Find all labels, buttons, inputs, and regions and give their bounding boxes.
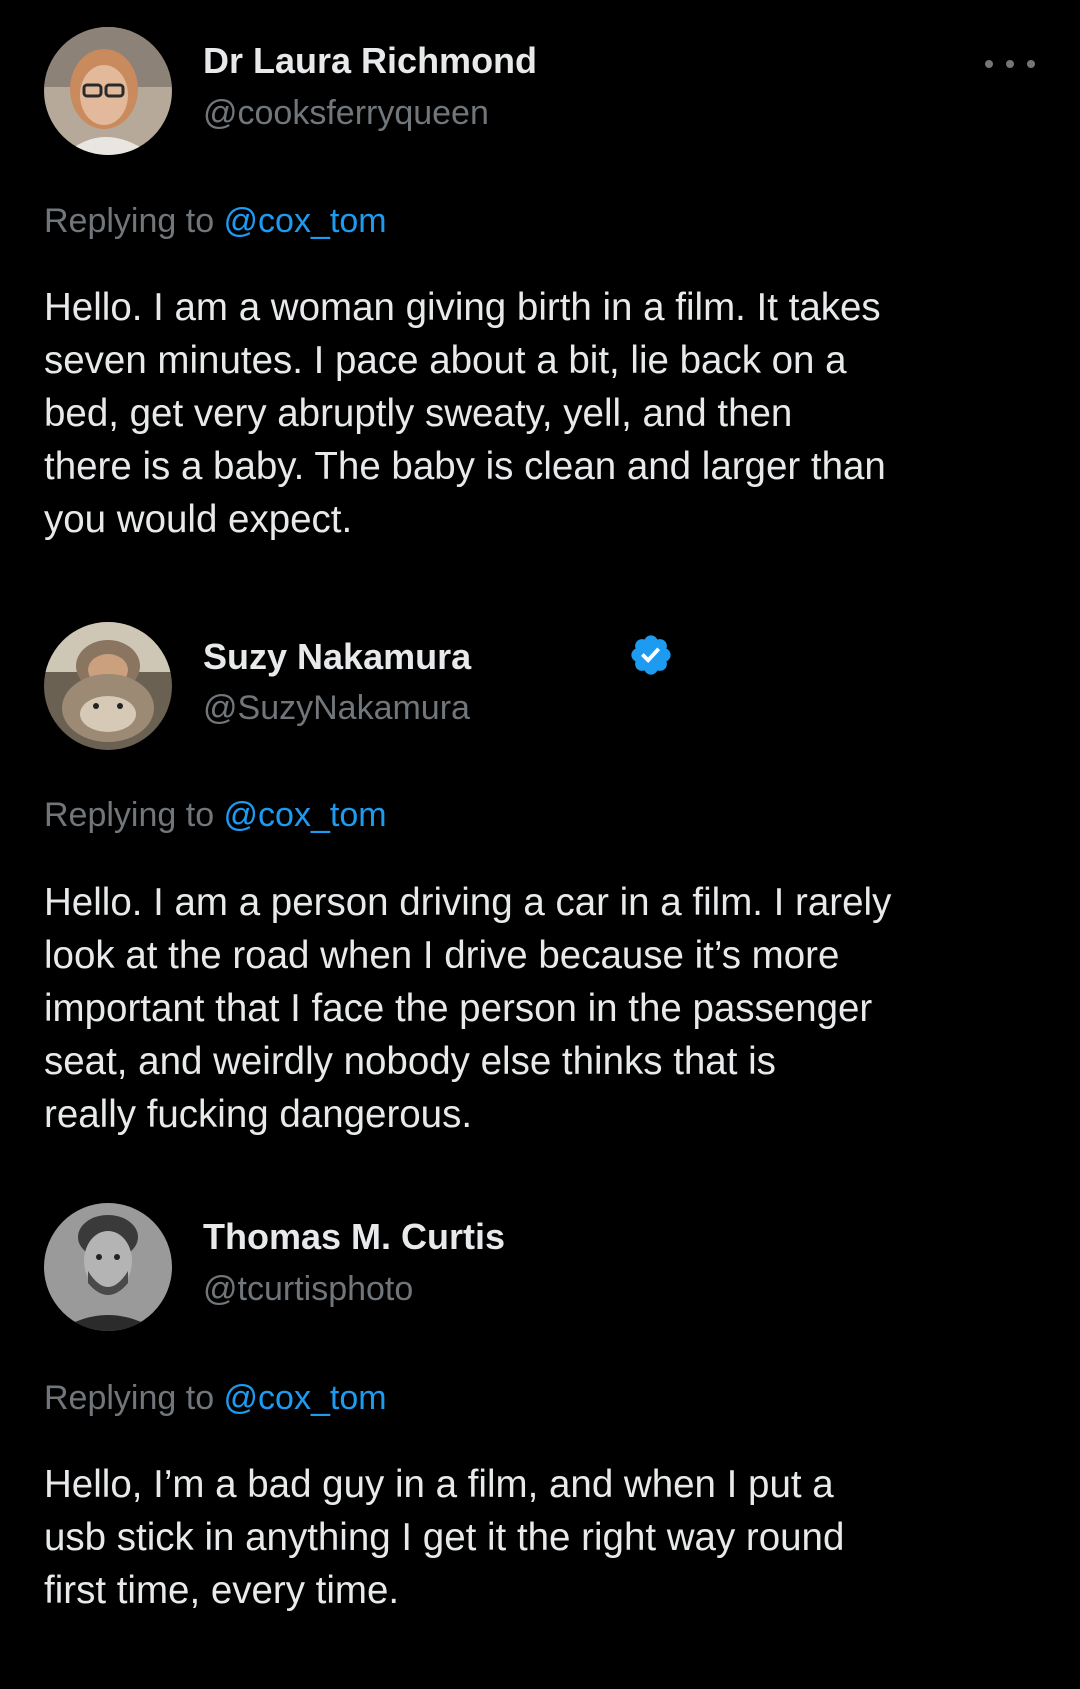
tweet-text-line: bed, get very abruptly sweaty, yell, and… bbox=[44, 392, 793, 435]
tweet-text-line: Hello, I’m a bad guy in a film, and when… bbox=[44, 1463, 834, 1506]
tweet-text-line: you would expect. bbox=[44, 498, 353, 541]
tweet-text-line: seat, and weirdly nobody else thinks tha… bbox=[44, 1040, 776, 1083]
display-name[interactable]: Thomas M. Curtis bbox=[203, 1216, 505, 1258]
replying-to: Replying to @cox_tom bbox=[44, 202, 387, 241]
avatar[interactable] bbox=[44, 622, 172, 750]
tweet-text-line: usb stick in anything I get it the right… bbox=[44, 1516, 845, 1559]
replying-to-label: Replying to bbox=[44, 796, 224, 834]
tweet-text-line: first time, every time. bbox=[44, 1569, 400, 1612]
replying-to: Replying to @cox_tom bbox=[44, 796, 387, 835]
tweet-text: Hello. I am a person driving a car in a … bbox=[44, 876, 1044, 1141]
avatar[interactable] bbox=[44, 27, 172, 155]
avatar[interactable] bbox=[44, 1203, 172, 1331]
tweet-text: Hello, I’m a bad guy in a film, and when… bbox=[44, 1458, 1044, 1617]
tweet-text-line: Hello. I am a person driving a car in a … bbox=[44, 881, 892, 924]
tweet-text-line: really fucking dangerous. bbox=[44, 1093, 473, 1136]
tweet-text-line: important that I face the person in the … bbox=[44, 987, 873, 1030]
mention-link[interactable]: @cox_tom bbox=[224, 1379, 387, 1417]
display-name[interactable]: Suzy Nakamura bbox=[203, 636, 471, 678]
replying-to-label: Replying to bbox=[44, 1379, 224, 1417]
user-handle[interactable]: @SuzyNakamura bbox=[203, 689, 470, 728]
tweet-text-line: there is a baby. The baby is clean and l… bbox=[44, 445, 886, 488]
mention-link[interactable]: @cox_tom bbox=[224, 202, 387, 240]
more-horizontal-icon[interactable] bbox=[985, 52, 1035, 76]
display-name[interactable]: Dr Laura Richmond bbox=[203, 40, 537, 82]
user-handle[interactable]: @tcurtisphoto bbox=[203, 1270, 413, 1309]
tweet-text-line: Hello. I am a woman giving birth in a fi… bbox=[44, 286, 881, 329]
user-handle[interactable]: @cooksferryqueen bbox=[203, 94, 489, 133]
verified-badge-icon bbox=[631, 635, 671, 675]
mention-link[interactable]: @cox_tom bbox=[224, 796, 387, 834]
tweet-text-line: seven minutes. I pace about a bit, lie b… bbox=[44, 339, 847, 382]
replying-to-label: Replying to bbox=[44, 202, 224, 240]
replying-to: Replying to @cox_tom bbox=[44, 1379, 387, 1418]
tweet-text: Hello. I am a woman giving birth in a fi… bbox=[44, 281, 1044, 546]
tweet-text-line: look at the road when I drive because it… bbox=[44, 934, 840, 977]
